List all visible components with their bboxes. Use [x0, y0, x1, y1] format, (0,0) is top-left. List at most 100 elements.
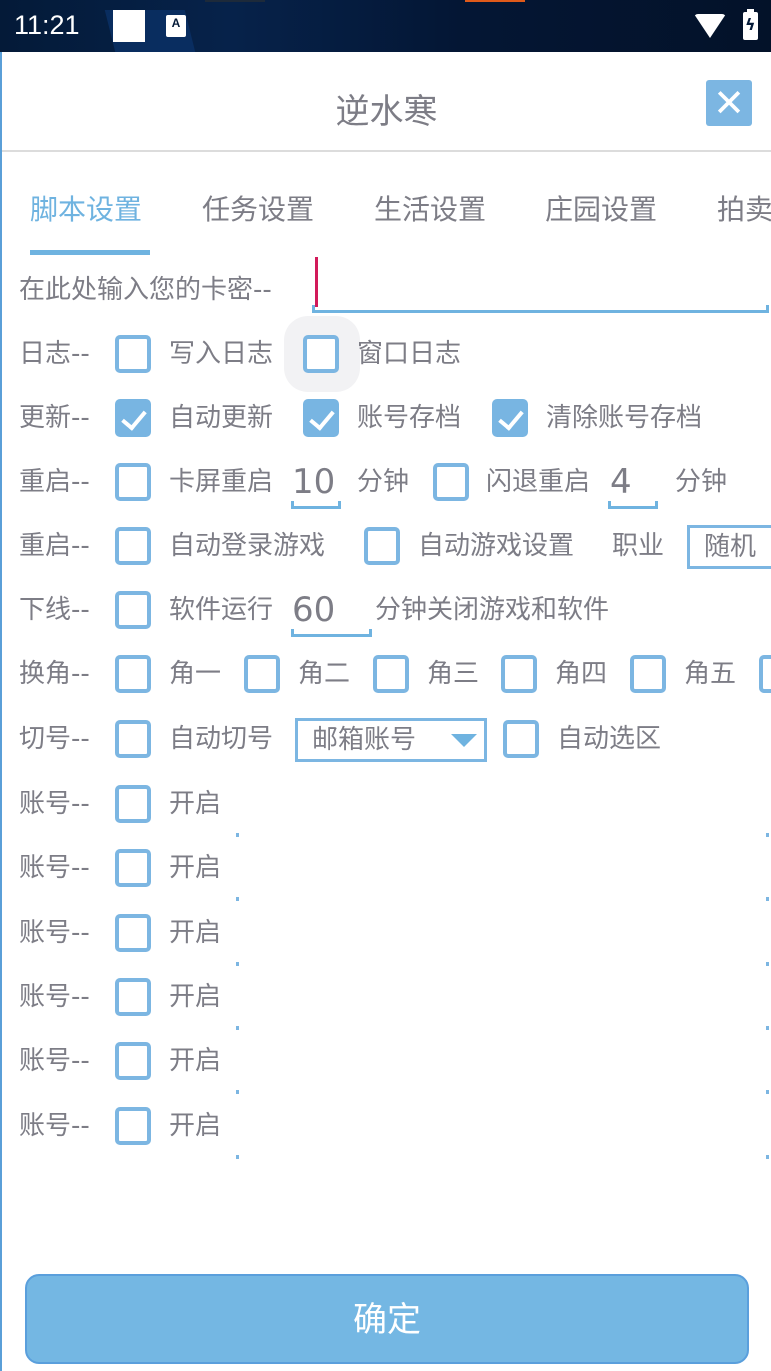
account-label: 账号-- — [19, 1046, 90, 1077]
wifi-icon — [694, 14, 726, 38]
tab-task-settings[interactable]: 任务设置 — [202, 188, 314, 228]
offline-label: 下线-- — [19, 595, 90, 625]
auto-login-label: 自动登录游戏 — [169, 531, 326, 561]
restart-row-1: 重启-- 卡屏重启 10 分钟 闪退重启 4 分钟 — [19, 457, 771, 509]
tab-script-settings[interactable]: 脚本设置 — [30, 188, 142, 228]
account-enable-checkbox[interactable] — [115, 785, 151, 823]
key-input[interactable] — [312, 255, 771, 317]
tab-auction[interactable]: 拍卖 — [717, 188, 771, 228]
account-enable-checkbox[interactable] — [115, 1106, 151, 1145]
role-1-label: 角一 — [169, 659, 222, 689]
account-enable-checkbox[interactable] — [115, 1042, 151, 1081]
input-edge-mark — [236, 1090, 239, 1095]
account-archive-checkbox[interactable] — [303, 399, 339, 437]
account-enable-label: 开启 — [169, 981, 222, 1012]
status-accent — [465, 0, 525, 2]
account-enable-checkbox[interactable] — [115, 913, 151, 952]
input-edge-mark — [236, 1154, 239, 1159]
role-5-label: 角五 — [684, 659, 737, 689]
account-label: 账号-- — [19, 917, 90, 948]
square-notification-icon — [113, 10, 145, 42]
input-edge-mark — [766, 1025, 769, 1030]
status-accent-dark — [205, 0, 265, 2]
switch-role-row: 换角-- 角一 角二 角三 角四 角五 — [19, 649, 771, 699]
restart-label-2: 重启-- — [19, 531, 90, 561]
write-log-checkbox[interactable] — [115, 335, 151, 373]
restart-row-2: 重启-- 自动登录游戏 自动游戏设置 职业 随机 — [19, 521, 771, 571]
account-input[interactable] — [236, 797, 771, 837]
dropdown-caret-icon — [451, 734, 477, 747]
account-enable-checkbox[interactable] — [115, 977, 151, 1016]
write-log-label: 写入日志 — [169, 339, 274, 369]
role-4-checkbox[interactable] — [501, 655, 537, 693]
account-input[interactable] — [236, 1119, 771, 1159]
tab-manor-settings[interactable]: 庄园设置 — [545, 188, 657, 228]
window-log-checkbox[interactable] — [303, 335, 339, 373]
crash-restart-checkbox[interactable] — [433, 463, 469, 501]
close-icon: ✕ — [713, 81, 745, 125]
job-select[interactable]: 随机 — [687, 525, 771, 569]
auto-login-checkbox[interactable] — [115, 527, 151, 565]
account-enable-label: 开启 — [169, 853, 222, 884]
auto-game-settings-checkbox[interactable] — [364, 527, 400, 565]
role-1-checkbox[interactable] — [115, 655, 151, 693]
update-label: 更新-- — [19, 403, 90, 433]
clear-archive-label: 清除账号存档 — [546, 403, 703, 433]
account-enable-label: 开启 — [169, 917, 222, 948]
role-2-checkbox[interactable] — [244, 655, 280, 693]
offline-row: 下线-- 软件运行 60 分钟关闭游戏和软件 — [19, 585, 771, 637]
account-input[interactable] — [236, 1054, 771, 1095]
account-input[interactable] — [236, 926, 771, 966]
account-enable-label: 开启 — [169, 1110, 222, 1141]
key-input-underline — [312, 305, 769, 313]
confirm-button[interactable]: 确定 — [25, 1274, 749, 1364]
input-edge-mark — [766, 897, 769, 902]
auto-switch-label: 自动切号 — [169, 724, 274, 754]
freeze-input-underline — [291, 501, 341, 509]
clear-archive-checkbox[interactable] — [492, 399, 528, 437]
input-edge-mark — [236, 833, 239, 837]
auto-switch-checkbox[interactable] — [115, 720, 151, 758]
a-accessibility-icon: A — [166, 15, 186, 37]
offline-input-underline — [291, 629, 372, 637]
account-enable-checkbox[interactable] — [115, 849, 151, 888]
title-bar: 逆水寒 ✕ — [2, 52, 771, 152]
input-edge-mark — [766, 1090, 769, 1095]
auto-update-label: 自动更新 — [169, 403, 274, 433]
active-tab-indicator — [30, 250, 150, 255]
auto-update-checkbox[interactable] — [115, 399, 151, 437]
auto-game-settings-label: 自动游戏设置 — [418, 531, 575, 561]
role-5-checkbox[interactable] — [630, 655, 666, 693]
switch-account-label: 切号-- — [19, 724, 90, 754]
log-label: 日志-- — [19, 339, 90, 369]
switch-role-label: 换角-- — [19, 659, 90, 689]
account-input[interactable] — [236, 990, 771, 1030]
account-enable-label: 开启 — [169, 789, 222, 819]
dialog-title: 逆水寒 — [335, 92, 438, 132]
crash-restart-label: 闪退重启 — [486, 467, 591, 497]
input-edge-mark — [766, 1154, 769, 1159]
freeze-restart-label: 卡屏重启 — [169, 467, 274, 497]
role-3-checkbox[interactable] — [373, 655, 409, 693]
text-cursor — [315, 257, 318, 307]
log-row: 日志-- 写入日志 窗口日志 — [19, 316, 771, 392]
account-input[interactable] — [236, 861, 771, 902]
account-label: 账号-- — [19, 789, 90, 819]
battery-charging-icon: ϟ — [743, 9, 758, 40]
freeze-restart-checkbox[interactable] — [115, 463, 151, 501]
offline-minutes-input[interactable]: 60 — [292, 585, 335, 635]
crash-minutes-input[interactable]: 4 — [610, 457, 632, 507]
freeze-unit: 分钟 — [357, 467, 410, 497]
auto-server-checkbox[interactable] — [503, 720, 539, 758]
clock: 11:21 — [14, 10, 80, 40]
crash-input-underline — [608, 501, 658, 509]
role-6-checkbox[interactable] — [759, 655, 771, 693]
freeze-minutes-input[interactable]: 10 — [292, 457, 335, 507]
bolt-icon: ϟ — [745, 15, 756, 34]
settings-dialog: 逆水寒 ✕ 脚本设置 任务设置 生活设置 庄园设置 拍卖 — [0, 52, 771, 1371]
offline-checkbox[interactable] — [115, 591, 151, 629]
account-type-value: 邮箱账号 — [312, 725, 417, 755]
close-button[interactable]: ✕ — [706, 80, 752, 126]
input-edge-mark — [236, 961, 239, 966]
tab-life-settings[interactable]: 生活设置 — [374, 188, 486, 228]
